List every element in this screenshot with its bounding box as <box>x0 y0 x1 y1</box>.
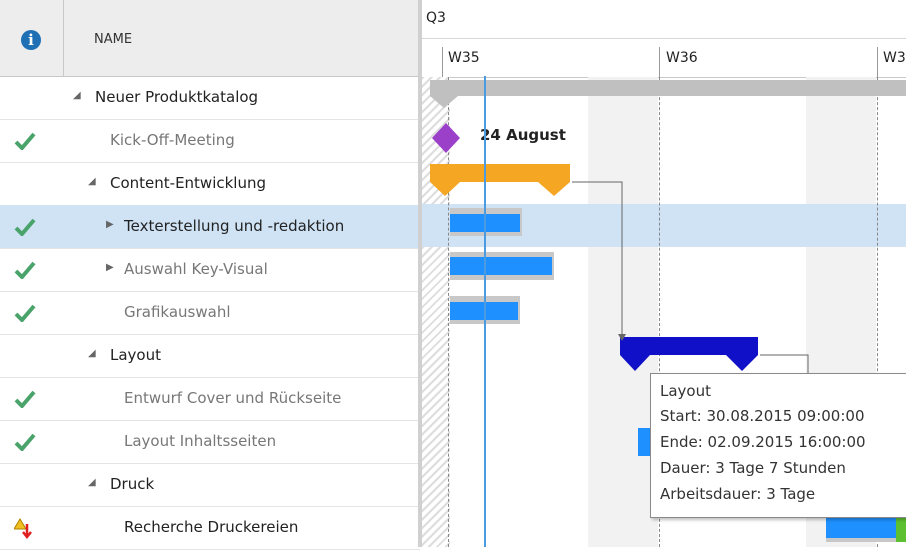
checkmark-icon <box>14 132 36 150</box>
checkmark-icon <box>14 390 36 408</box>
task-name: Kick-Off-Meeting <box>110 131 235 149</box>
tooltip-duration: Dauer: 3 Tage 7 Stunden <box>660 459 846 477</box>
collapse-arrow-icon[interactable]: ◢ <box>88 176 96 187</box>
collapse-arrow-icon[interactable]: ◢ <box>73 90 81 101</box>
task-row[interactable]: Kick-Off-Meeting <box>0 119 420 163</box>
collapse-arrow-icon[interactable]: ◢ <box>88 477 96 488</box>
task-row[interactable]: Entwurf Cover und Rückseite <box>0 377 420 421</box>
task-name: Texterstellung und -redaktion <box>124 217 345 235</box>
task-row[interactable]: Recherche Druckereien <box>0 506 420 550</box>
task-name: Recherche Druckereien <box>124 518 299 536</box>
task-name: Layout Inhaltsseiten <box>124 432 277 450</box>
task-row[interactable]: ◢ Layout <box>0 334 420 378</box>
checkmark-icon <box>14 433 36 451</box>
collapse-arrow-icon[interactable]: ◢ <box>88 348 96 359</box>
tooltip-start: Start: 30.08.2015 09:00:00 <box>660 407 865 425</box>
task-row[interactable]: Layout Inhaltsseiten <box>0 420 420 464</box>
task-grid: i NAME ◢ Neuer Produktkatalog Kick-Off-M… <box>0 0 420 550</box>
name-column-header[interactable]: NAME <box>94 32 132 47</box>
task-row[interactable]: ◢ Druck <box>0 463 420 507</box>
info-icon: i <box>21 30 41 50</box>
task-row[interactable]: ▶ Auswahl Key-Visual <box>0 248 420 292</box>
task-row[interactable]: ◢ Neuer Produktkatalog <box>0 76 420 120</box>
expand-arrow-icon[interactable]: ▶ <box>106 219 114 230</box>
task-name: Druck <box>110 475 155 493</box>
task-name: Neuer Produktkatalog <box>95 88 259 106</box>
checkmark-icon <box>14 261 36 279</box>
bar-tooltip: Layout Start: 30.08.2015 09:00:00 Ende: … <box>650 373 906 518</box>
info-column-header[interactable]: i <box>0 0 64 76</box>
tooltip-work: Arbeitsdauer: 3 Tage <box>660 485 816 503</box>
warning-icon <box>14 518 32 540</box>
task-row[interactable]: Grafikauswahl <box>0 291 420 335</box>
tooltip-title: Layout <box>660 382 711 400</box>
task-name: Grafikauswahl <box>124 303 231 321</box>
tooltip-end: Ende: 02.09.2015 16:00:00 <box>660 433 866 451</box>
task-name: Entwurf Cover und Rückseite <box>124 389 342 407</box>
checkmark-icon <box>14 304 36 322</box>
expand-arrow-icon[interactable]: ▶ <box>106 262 114 273</box>
checkmark-icon <box>14 218 36 236</box>
grid-header: i NAME <box>0 0 420 77</box>
task-name: Auswahl Key-Visual <box>124 260 268 278</box>
task-row[interactable]: ◢ Content-Entwicklung <box>0 162 420 206</box>
task-name: Content-Entwicklung <box>110 174 267 192</box>
task-row-selected[interactable]: ▶ Texterstellung und -redaktion <box>0 205 420 249</box>
task-name: Layout <box>110 346 161 364</box>
today-line <box>484 76 486 547</box>
